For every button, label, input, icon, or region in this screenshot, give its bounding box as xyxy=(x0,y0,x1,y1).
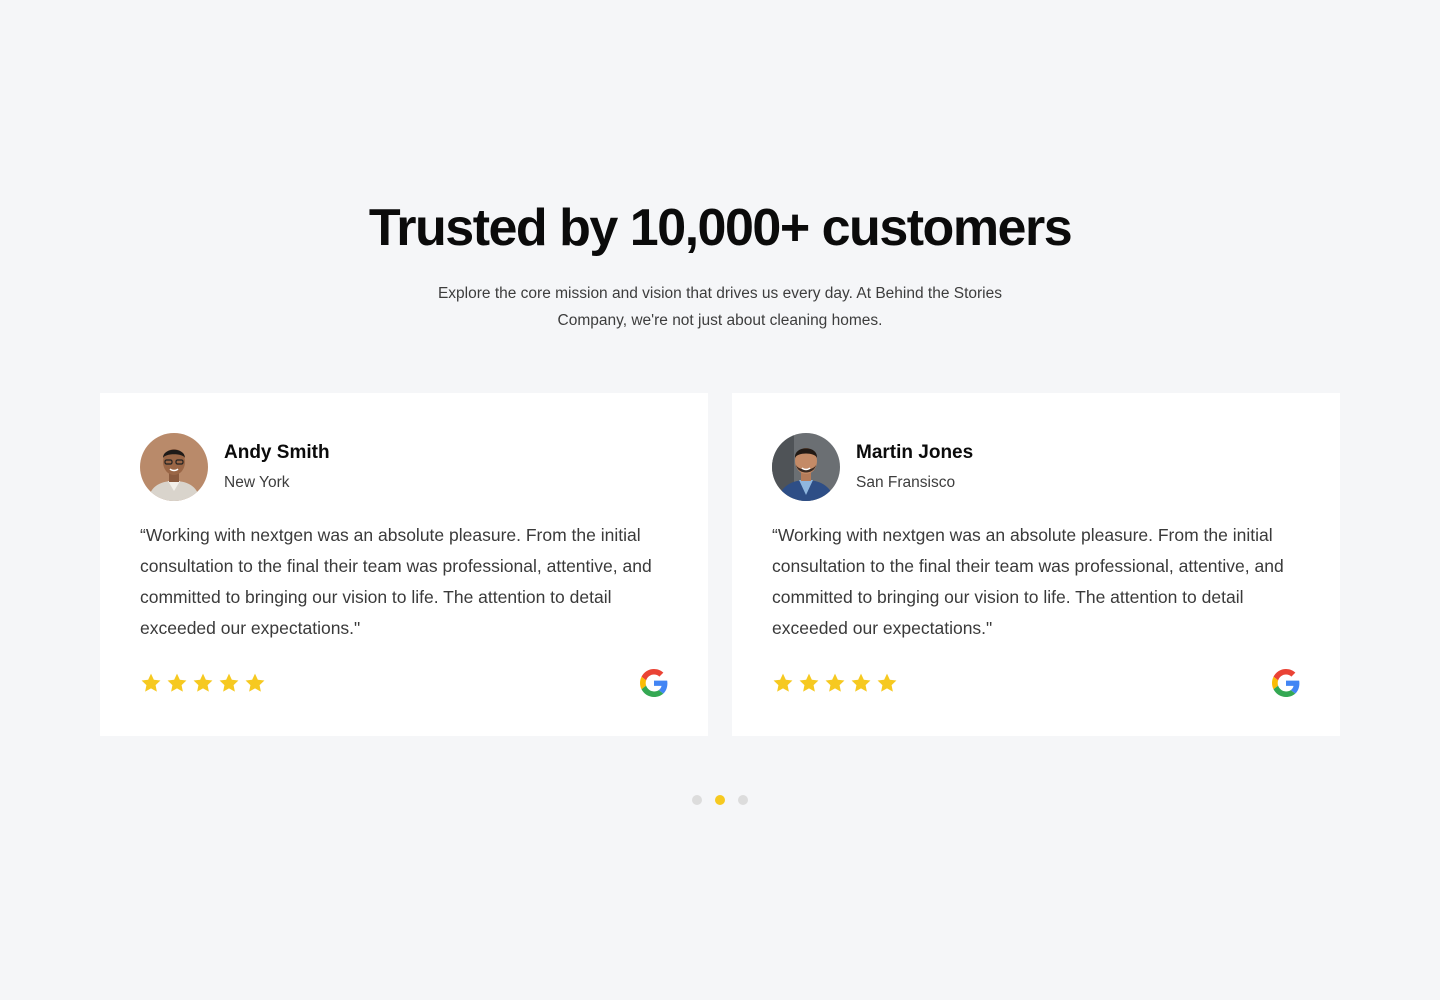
google-icon xyxy=(640,669,668,697)
testimonial-card: Martin Jones San Fransisco “Working with… xyxy=(732,393,1340,736)
pagination-dot-1[interactable] xyxy=(692,795,702,805)
reviewer-name: Andy Smith xyxy=(224,442,330,463)
star-icon xyxy=(166,672,188,694)
avatar xyxy=(772,433,840,501)
star-rating xyxy=(772,672,898,694)
reviewer-location: New York xyxy=(224,474,290,491)
section-title: Trusted by 10,000+ customers xyxy=(368,199,1073,257)
pagination-dot-3[interactable] xyxy=(738,795,748,805)
testimonials-section: Trusted by 10,000+ customers Explore the… xyxy=(0,0,1440,1000)
star-icon xyxy=(218,672,240,694)
reviewer: Andy Smith New York xyxy=(140,433,668,501)
pagination-dot-2[interactable] xyxy=(715,795,725,805)
reviewer-location: San Fransisco xyxy=(856,474,956,491)
google-icon xyxy=(1272,669,1300,697)
testimonial-card: Andy Smith New York “Working with nextge… xyxy=(100,393,708,736)
star-icon xyxy=(824,672,846,694)
reviewer: Martin Jones San Fransisco xyxy=(772,433,1300,501)
star-icon xyxy=(850,672,872,694)
avatar xyxy=(140,433,208,501)
testimonial-quote: “Working with nextgen was an absolute pl… xyxy=(772,525,1284,638)
star-icon xyxy=(140,672,162,694)
star-rating xyxy=(140,672,266,694)
testimonial-quote: “Working with nextgen was an absolute pl… xyxy=(140,525,652,638)
carousel-pagination xyxy=(0,795,1440,805)
star-icon xyxy=(876,672,898,694)
section-subtitle: Explore the core mission and vision that… xyxy=(437,285,1003,329)
star-icon xyxy=(192,672,214,694)
star-icon xyxy=(244,672,266,694)
star-icon xyxy=(772,672,794,694)
star-icon xyxy=(798,672,820,694)
reviewer-name: Martin Jones xyxy=(856,442,974,463)
